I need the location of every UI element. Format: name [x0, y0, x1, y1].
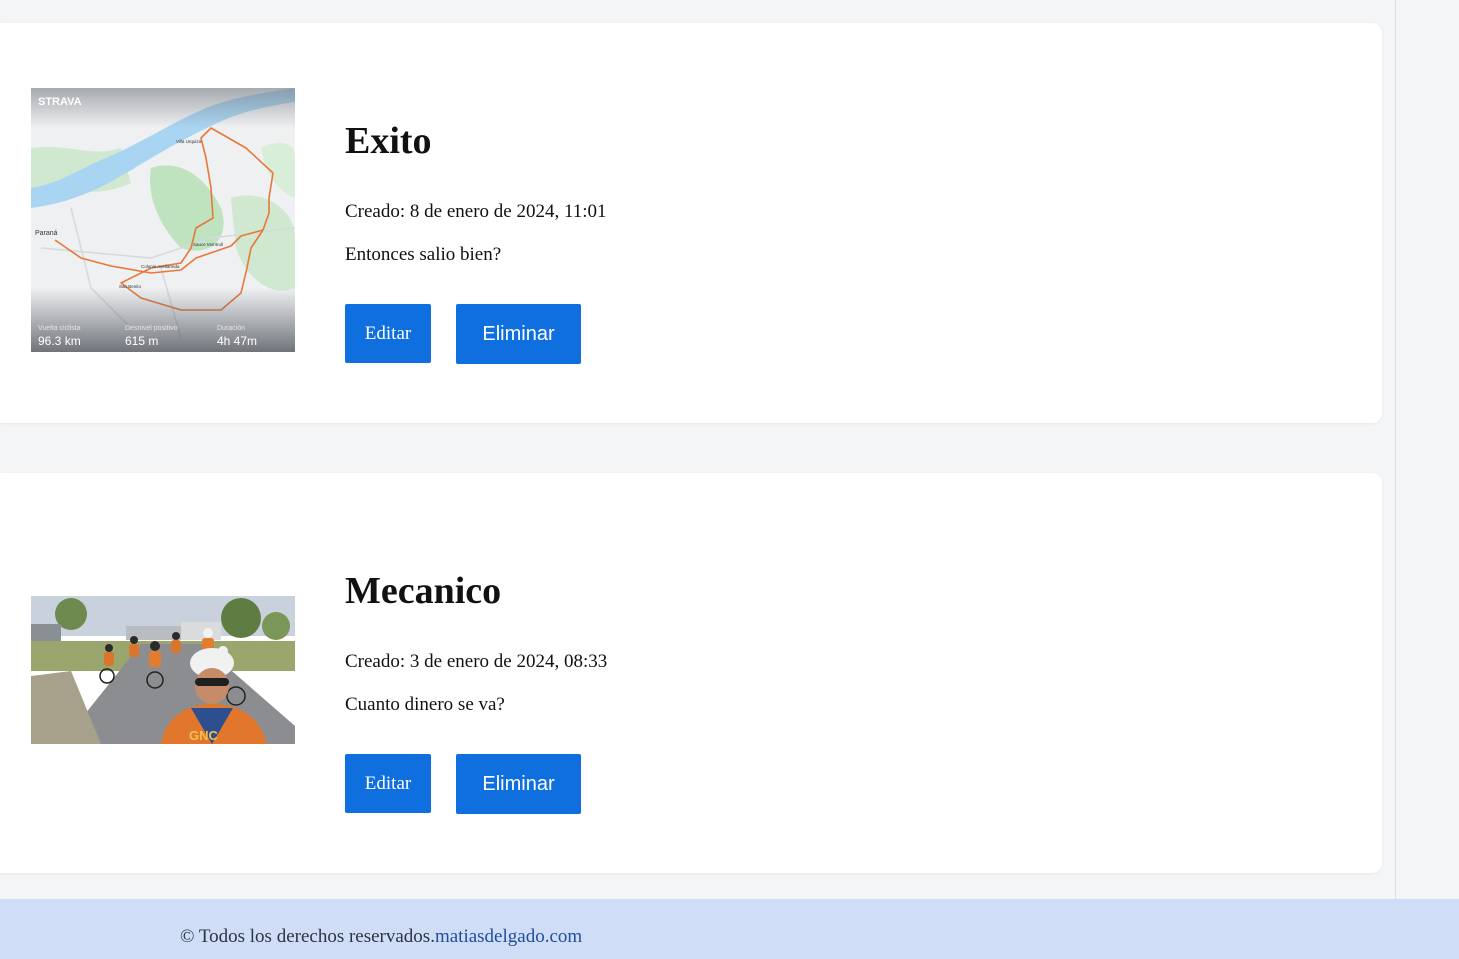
copyright-text: © Todos los derechos reservados.: [180, 926, 435, 947]
post-card: GNC Mecanico Creado: 3 de enero de 2024,…: [0, 473, 1382, 873]
stat-label-duration: Duración: [217, 325, 245, 332]
delete-button[interactable]: Eliminar: [456, 754, 581, 814]
post-date: Creado: 3 de enero de 2024, 08:33: [345, 651, 608, 672]
footer-text: © Todos los derechos reservados.matiasde…: [180, 927, 582, 946]
post-title: Exito: [345, 120, 432, 162]
delete-button[interactable]: Eliminar: [456, 304, 581, 364]
map-label-colonia-avellaneda: Colonia Avellaneda: [141, 264, 180, 269]
right-rail: [1395, 0, 1459, 899]
post-title: Mecanico: [345, 570, 502, 612]
stat-label-distance: Vuelta ciclista: [38, 325, 81, 332]
map-label-parana: Paraná: [35, 230, 58, 237]
stat-label-elevation: Desnivel positivo: [125, 325, 178, 332]
footer-site-link[interactable]: matiasdelgado.com: [435, 926, 582, 947]
stat-value-duration: 4h 47m: [217, 334, 257, 348]
jersey-text: GNC: [189, 728, 219, 743]
map-label-villa-urquiza: Villa Urquiza: [176, 139, 202, 144]
footer: © Todos los derechos reservados.matiasde…: [0, 899, 1459, 959]
post-body: Cuanto dinero se va?: [345, 694, 505, 715]
post-image-strava-map: Paraná Villa Urquiza Colonia Avellaneda …: [31, 88, 295, 352]
edit-button[interactable]: Editar: [345, 304, 431, 363]
post-card: Paraná Villa Urquiza Colonia Avellaneda …: [0, 23, 1382, 423]
post-date: Creado: 8 de enero de 2024, 11:01: [345, 201, 607, 222]
edit-button[interactable]: Editar: [345, 754, 431, 813]
strava-logo: STRAVA: [38, 96, 82, 108]
stat-value-distance: 96.3 km: [38, 334, 81, 348]
map-label-sauce-montrull: Sauce Montrull: [193, 242, 223, 247]
post-body: Entonces salio bien?: [345, 244, 502, 265]
stat-value-elevation: 615 m: [125, 334, 158, 348]
cyclists-photo-image: GNC: [31, 596, 295, 744]
post-image-cyclists-photo: GNC: [31, 596, 295, 744]
strava-map-image: Paraná Villa Urquiza Colonia Avellaneda …: [31, 88, 295, 352]
